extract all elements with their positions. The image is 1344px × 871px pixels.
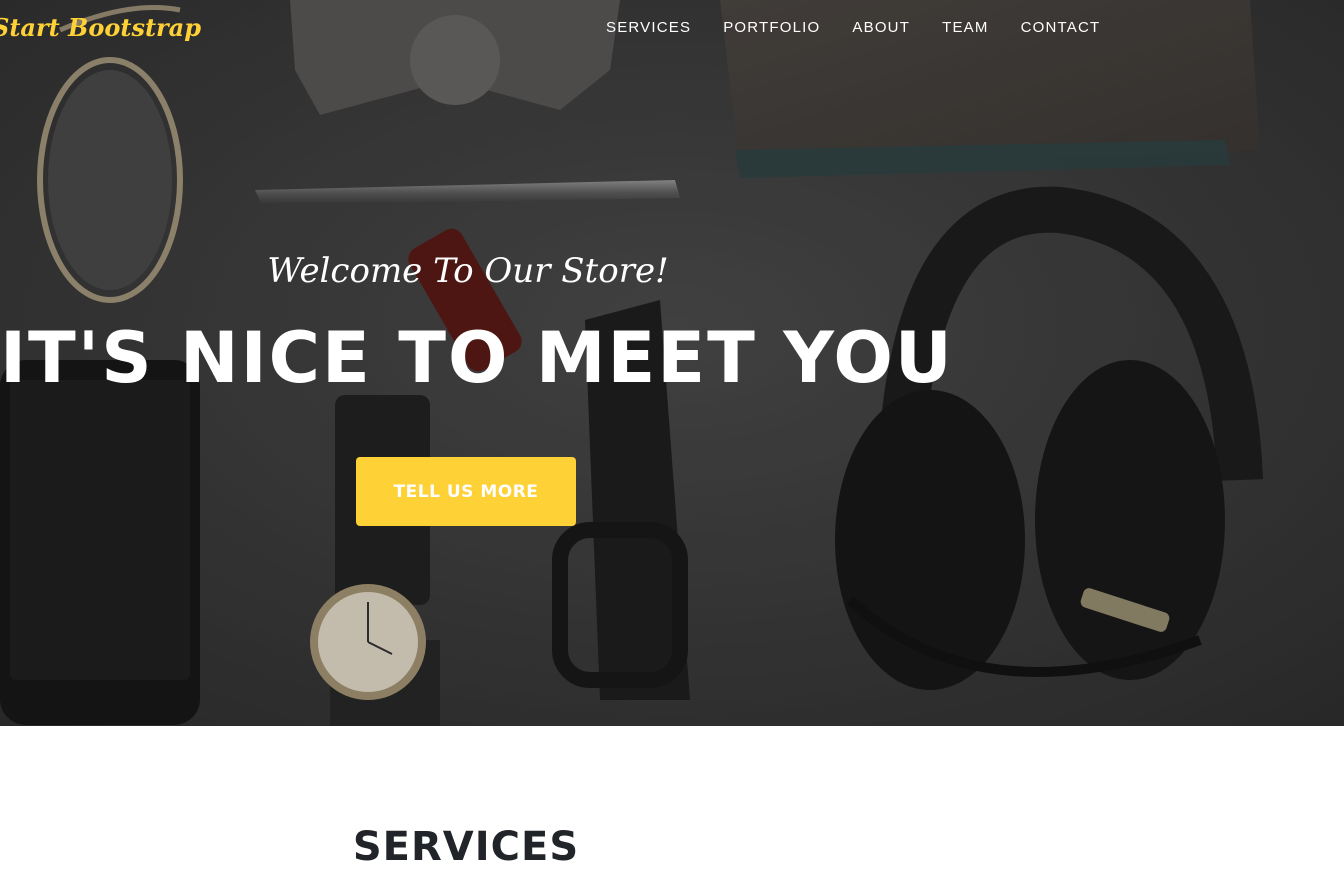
services-section: SERVICES xyxy=(0,726,1344,871)
nav-item-contact[interactable]: CONTACT xyxy=(1005,18,1117,38)
nav-item-services[interactable]: SERVICES xyxy=(590,18,707,38)
hero-welcome-text: Welcome To Our Store! xyxy=(267,251,669,291)
main-nav: SERVICES PORTFOLIO ABOUT TEAM CONTACT xyxy=(590,18,1116,38)
services-heading: SERVICES xyxy=(352,824,580,870)
tell-us-more-button[interactable]: TELL US MORE xyxy=(356,457,576,526)
hero-section: Start Bootstrap SERVICES PORTFOLIO ABOUT… xyxy=(0,0,1344,726)
brand-logo[interactable]: Start Bootstrap xyxy=(0,14,201,42)
hero-heading: IT'S NICE TO MEET YOU xyxy=(0,317,954,399)
nav-item-about[interactable]: ABOUT xyxy=(836,18,926,38)
nav-item-team[interactable]: TEAM xyxy=(926,18,1004,38)
nav-item-portfolio[interactable]: PORTFOLIO xyxy=(707,18,836,38)
page: Start Bootstrap SERVICES PORTFOLIO ABOUT… xyxy=(0,0,1344,871)
